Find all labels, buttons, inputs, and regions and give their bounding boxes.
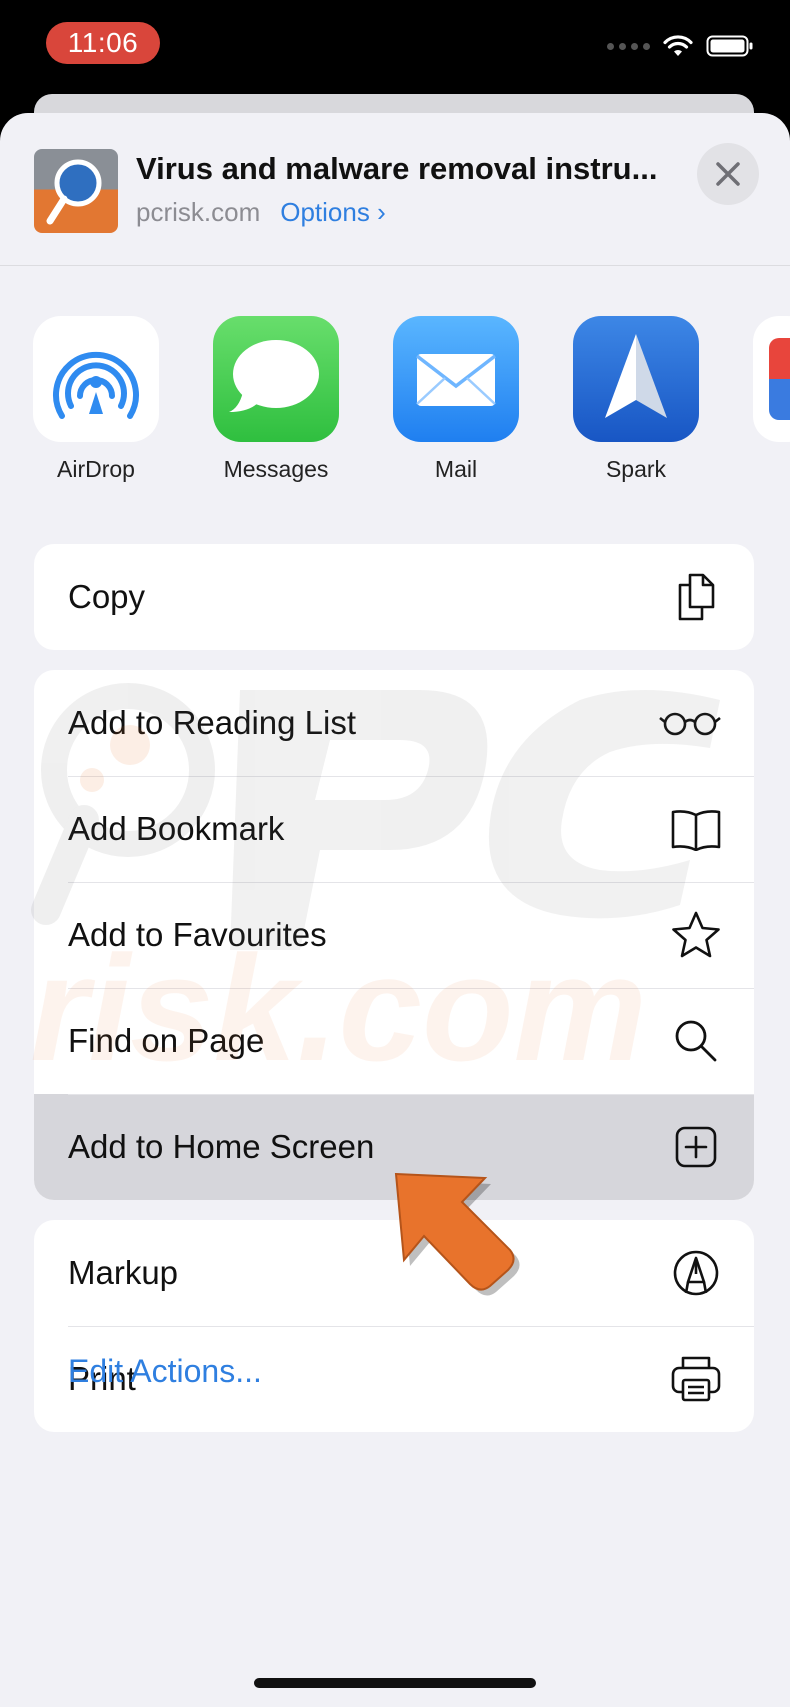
page-subtitle: pcrisk.com Options › — [136, 197, 386, 228]
printer-icon — [670, 1353, 722, 1405]
signal-icon — [607, 42, 650, 50]
search-icon — [670, 1015, 722, 1067]
status-time: 11:06 — [46, 22, 160, 64]
airdrop-icon — [33, 316, 159, 442]
wifi-icon — [663, 35, 693, 56]
action-label: Add to Reading List — [68, 704, 357, 741]
star-icon — [670, 909, 722, 961]
share-sheet-header: Virus and malware removal instru... pcri… — [0, 113, 790, 266]
app-messages[interactable]: Messages — [186, 316, 366, 483]
edit-actions-link[interactable]: Edit Actions... — [68, 1353, 262, 1390]
action-find-on-page[interactable]: Find on Page — [34, 988, 754, 1094]
app-mail[interactable]: Mail — [366, 316, 546, 483]
action-label: Copy — [68, 578, 146, 615]
home-indicator — [254, 1678, 536, 1688]
markup-icon — [670, 1247, 722, 1299]
action-label: Find on Page — [68, 1022, 265, 1059]
action-copy[interactable]: Copy — [34, 544, 754, 650]
action-markup[interactable]: Markup — [34, 1220, 754, 1326]
mail-icon — [393, 316, 519, 442]
share-apps-row: AirDrop Messages Mail Spark — [0, 316, 790, 496]
action-add-home-screen[interactable]: Add to Home Screen — [34, 1094, 754, 1200]
action-add-favourites[interactable]: Add to Favourites — [34, 882, 754, 988]
options-link[interactable]: Options › — [280, 197, 386, 228]
action-group-other: Markup Print — [34, 1220, 754, 1432]
copy-icon — [670, 571, 722, 623]
action-group-browser: Add to Reading List Add Bookmark Add to … — [34, 670, 754, 1200]
action-label: Markup — [68, 1254, 179, 1291]
app-spark[interactable]: Spark — [546, 316, 726, 483]
action-label: Add to Home Screen — [68, 1128, 375, 1165]
action-add-bookmark[interactable]: Add Bookmark — [34, 776, 754, 882]
status-icons — [607, 34, 754, 58]
plus-square-icon — [670, 1121, 722, 1173]
site-favicon — [34, 149, 118, 233]
magnifier-logo-icon — [46, 159, 102, 225]
app-label: AirDrop — [57, 456, 135, 482]
glasses-icon — [658, 697, 722, 749]
close-button[interactable] — [697, 143, 759, 205]
action-group-copy: Copy — [34, 544, 754, 650]
app-label: Mail — [434, 456, 478, 482]
app-partial-next[interactable] — [753, 316, 790, 442]
messages-icon — [213, 316, 339, 442]
app-label: Spark — [605, 456, 667, 482]
spark-icon — [573, 316, 699, 442]
share-sheet: Virus and malware removal instru... pcri… — [0, 113, 790, 1707]
close-icon — [716, 162, 740, 186]
book-icon — [670, 803, 722, 855]
action-label: Add Bookmark — [68, 810, 285, 847]
app-airdrop[interactable]: AirDrop — [6, 316, 186, 483]
app-label: Messages — [223, 456, 329, 482]
action-label: Add to Favourites — [68, 916, 327, 953]
page-domain: pcrisk.com — [136, 197, 261, 227]
battery-icon — [706, 35, 753, 57]
page-title: Virus and malware removal instru... — [136, 151, 658, 186]
action-add-reading-list[interactable]: Add to Reading List — [34, 670, 754, 776]
